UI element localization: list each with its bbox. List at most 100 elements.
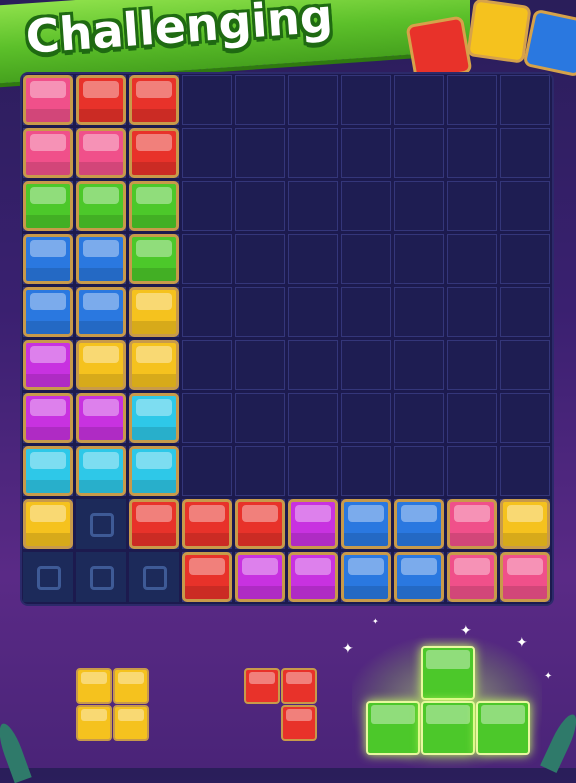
decor-yellow-gem-icon	[466, 0, 532, 64]
board-cell[interactable]	[341, 446, 391, 496]
board-cell[interactable]	[500, 287, 550, 337]
board-cell[interactable]	[394, 75, 444, 125]
board-cell[interactable]	[500, 234, 550, 284]
board-cell[interactable]	[341, 287, 391, 337]
sparkle-icon: ✦	[372, 617, 379, 626]
board-cell[interactable]	[447, 181, 497, 231]
board-cell[interactable]	[182, 181, 232, 231]
blue-block	[394, 499, 444, 549]
board-cell[interactable]	[288, 75, 338, 125]
yellow-block	[23, 499, 73, 549]
yellow-block	[113, 668, 149, 704]
board-cell[interactable]	[447, 340, 497, 390]
board-cell[interactable]	[288, 393, 338, 443]
yellow-block	[76, 668, 112, 704]
board-cell[interactable]	[182, 393, 232, 443]
game-board[interactable]	[22, 74, 552, 604]
cyan-block	[129, 393, 179, 443]
board-cell[interactable]	[500, 75, 550, 125]
board-cell[interactable]	[182, 340, 232, 390]
board-cell[interactable]	[288, 340, 338, 390]
red-block	[76, 75, 126, 125]
board-cell[interactable]	[341, 393, 391, 443]
board-cell[interactable]	[235, 340, 285, 390]
board-cell[interactable]	[288, 181, 338, 231]
purple-block	[288, 499, 338, 549]
red-block	[129, 499, 179, 549]
cyan-block	[76, 446, 126, 496]
green-block	[129, 181, 179, 231]
pink-block	[447, 499, 497, 549]
board-cell[interactable]	[447, 234, 497, 284]
blue-block	[76, 234, 126, 284]
board-cell[interactable]	[500, 340, 550, 390]
board-cell[interactable]	[394, 340, 444, 390]
board-cell[interactable]	[235, 128, 285, 178]
board-cell[interactable]	[235, 181, 285, 231]
sparkle-icon: ✦	[460, 623, 472, 639]
pink-block	[23, 75, 73, 125]
pink-block	[447, 552, 497, 602]
yellow-block	[129, 287, 179, 337]
board-cell[interactable]	[288, 287, 338, 337]
green-block	[421, 646, 475, 700]
board-cell[interactable]	[341, 128, 391, 178]
board-cell[interactable]	[341, 75, 391, 125]
board-cell[interactable]	[447, 75, 497, 125]
board-cell[interactable]	[500, 446, 550, 496]
yellow-block	[76, 705, 112, 741]
board-cell[interactable]	[500, 128, 550, 178]
red-block	[235, 499, 285, 549]
green-block	[421, 701, 475, 755]
green-block	[129, 234, 179, 284]
board-cell[interactable]	[341, 340, 391, 390]
board-cell[interactable]	[182, 234, 232, 284]
board-cell[interactable]	[394, 181, 444, 231]
red-block	[182, 499, 232, 549]
leaf-decoration	[0, 720, 32, 783]
board-cell[interactable]	[235, 287, 285, 337]
yellow-block	[500, 499, 550, 549]
board-cell[interactable]	[235, 393, 285, 443]
green-block	[366, 701, 420, 755]
purple-block	[288, 552, 338, 602]
sparkle-icon: ✦	[516, 635, 528, 651]
board-cell[interactable]	[341, 181, 391, 231]
board-cell[interactable]	[447, 287, 497, 337]
board-cell[interactable]	[182, 128, 232, 178]
yellow-block	[129, 340, 179, 390]
board-cell[interactable]	[394, 128, 444, 178]
board-cell[interactable]	[182, 287, 232, 337]
board-cell[interactable]	[182, 75, 232, 125]
purple-block	[235, 552, 285, 602]
board-cell[interactable]	[288, 234, 338, 284]
board-cell[interactable]	[288, 446, 338, 496]
board-cell[interactable]	[394, 393, 444, 443]
empty-slot[interactable]	[76, 552, 126, 602]
red-block	[182, 552, 232, 602]
board-cell[interactable]	[394, 234, 444, 284]
board-cell[interactable]	[447, 128, 497, 178]
empty-slot[interactable]	[129, 552, 179, 602]
cyan-block	[129, 446, 179, 496]
pink-block	[76, 128, 126, 178]
decor-red-gem-icon	[405, 15, 473, 83]
board-cell[interactable]	[288, 128, 338, 178]
board-cell[interactable]	[235, 75, 285, 125]
leaf-decoration	[540, 711, 576, 773]
board-cell[interactable]	[500, 393, 550, 443]
empty-slot[interactable]	[76, 499, 126, 549]
board-cell[interactable]	[500, 181, 550, 231]
board-cell[interactable]	[394, 446, 444, 496]
yellow-block	[76, 340, 126, 390]
board-cell[interactable]	[235, 234, 285, 284]
blue-block	[23, 287, 73, 337]
board-cell[interactable]	[447, 446, 497, 496]
board-cell[interactable]	[341, 234, 391, 284]
board-cell[interactable]	[182, 446, 232, 496]
board-cell[interactable]	[394, 287, 444, 337]
board-cell[interactable]	[235, 446, 285, 496]
board-cell[interactable]	[447, 393, 497, 443]
empty-slot[interactable]	[23, 552, 73, 602]
red-block	[281, 705, 317, 741]
